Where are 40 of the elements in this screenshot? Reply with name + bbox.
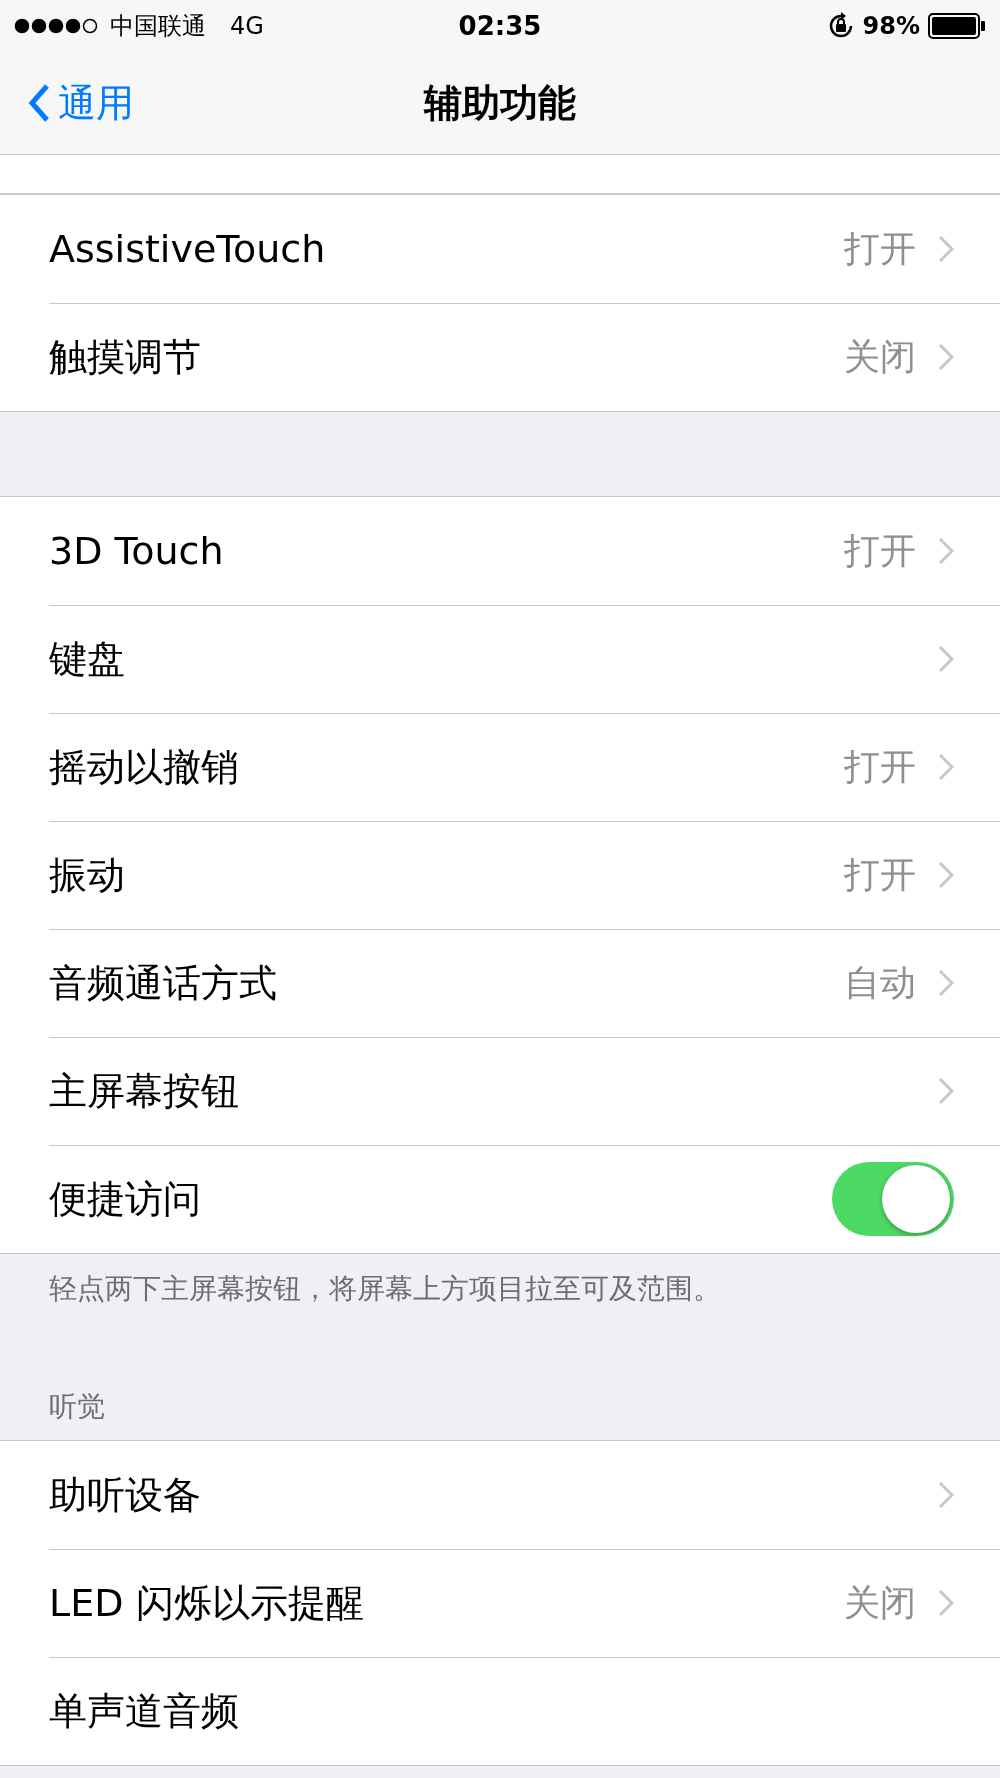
section-header: 听觉 [49,1389,105,1425]
row-label[interactable]: 键盘 [49,633,938,685]
chevron-icon [938,969,954,997]
row-value: 关闭 [844,1580,916,1625]
row-value: 打开 [844,528,916,573]
row-label: 便捷访问 [49,1175,202,1223]
row-value: 关闭 [844,334,916,379]
row-label[interactable]: 助听设备 [49,1469,938,1521]
chevron-icon [938,537,954,565]
chevron-icon [938,861,954,889]
back-chevron-icon [28,83,50,123]
signal-icon [14,18,100,34]
row-value: 自动 [844,960,916,1005]
row-label[interactable]: 振动 [49,849,844,901]
row-label[interactable]: LED 闪烁以示提醒 [49,1577,844,1629]
row-label[interactable]: AssistiveTouch [49,227,844,271]
chevron-icon [938,235,954,263]
chevron-icon [938,645,954,673]
row-label[interactable]: 音频通话方式 [49,957,844,1009]
chevron-icon [938,1481,954,1509]
row-label: 单声道音频 [49,1687,240,1735]
battery-icon [928,13,986,39]
chevron-icon [938,343,954,371]
carrier-name: 中国联通 [110,11,206,42]
back-button[interactable]: 通用 [28,77,134,129]
battery-percent: 98% [862,12,920,40]
row-label[interactable]: 触摸调节 [49,331,844,383]
row-value: 打开 [844,852,916,897]
chevron-icon [938,1077,954,1105]
row-label[interactable]: 3D Touch [49,529,844,573]
row-label[interactable]: 摇动以撤销 [49,741,844,793]
row-value: 打开 [844,226,916,271]
nav-title: 辅助功能 [424,79,576,127]
row-label[interactable]: 主屏幕按钮 [49,1065,938,1117]
chevron-icon [938,753,954,781]
chevron-icon [938,1589,954,1617]
section-footer: 轻点两下主屏幕按钮，将屏幕上方项目拉至可及范围。 [49,1272,721,1305]
row-value: 打开 [844,744,916,789]
status-time: 02:35 [458,11,542,41]
network-type: 4G [230,12,264,40]
